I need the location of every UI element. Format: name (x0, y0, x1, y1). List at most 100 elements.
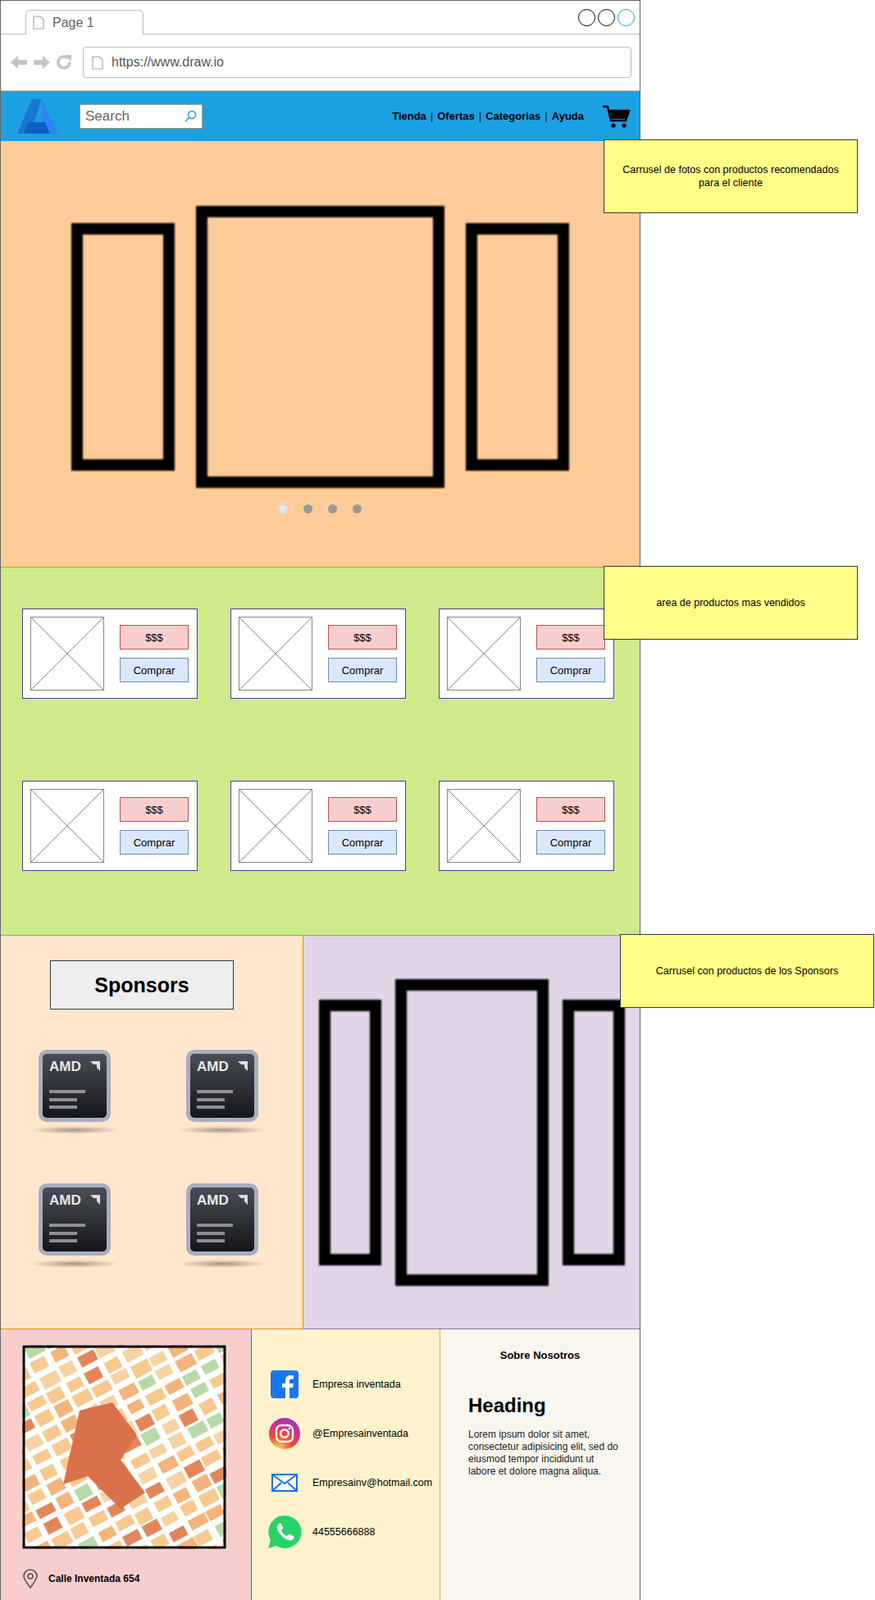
product-price: $$$ (328, 624, 397, 650)
sponsor-logo[interactable]: AMD (186, 1049, 259, 1135)
search-icon[interactable] (183, 109, 197, 124)
sticky-note: Carrusel de fotos con productos recomend… (603, 139, 858, 214)
product-image-placeholder (30, 788, 105, 863)
chip-icon: AMD (186, 1183, 259, 1256)
buy-button[interactable]: Comprar (119, 829, 189, 855)
product-card: $$$ Comprar (22, 608, 198, 699)
nav-link[interactable]: Ayuda (551, 109, 584, 123)
about-text: Lorem ipsum dolor sit amet, consectetur … (468, 1428, 624, 1478)
buy-button[interactable]: Comprar (119, 657, 189, 683)
product-image-placeholder (238, 616, 313, 691)
about-title: Sobre Nosotros (456, 1348, 624, 1362)
sticky-note: area de productos mas vendidos (603, 565, 858, 640)
nav-separator: | (544, 109, 547, 123)
page: Page 1https://www.draw.ioSearchTienda|Of… (0, 0, 875, 1600)
buy-button[interactable]: Comprar (536, 829, 606, 855)
brand-logo-icon[interactable] (15, 97, 60, 136)
instagram-icon (268, 1417, 301, 1450)
product-price: $$$ (328, 797, 397, 822)
buy-button[interactable]: Comprar (328, 829, 397, 855)
about-heading: Heading (468, 1394, 624, 1418)
nav-separator: | (478, 109, 482, 123)
buy-button[interactable]: Comprar (328, 657, 397, 683)
sponsor-logo[interactable]: AMD (186, 1183, 259, 1268)
window-controls (578, 9, 635, 27)
nav-link[interactable]: Tienda (391, 109, 427, 123)
forward-icon[interactable] (31, 54, 52, 71)
maximize-button[interactable] (597, 9, 616, 27)
sponsors-title: Sponsors (50, 960, 234, 1010)
navbar: SearchTienda|Ofertas|Categorias|Ayuda (0, 91, 640, 142)
product-price: $$$ (119, 797, 189, 822)
minimize-button[interactable] (578, 9, 596, 27)
product-card: $$$ Comprar (438, 780, 615, 871)
page-icon (32, 15, 45, 30)
nav-link[interactable]: Categorias (485, 109, 541, 123)
carousel-slide[interactable] (562, 999, 625, 1266)
recommended-carousel[interactable] (0, 141, 640, 568)
arrow-icon (89, 1194, 101, 1206)
carousel-slide[interactable] (465, 223, 570, 471)
carousel-dot[interactable] (328, 504, 338, 514)
location-pin-icon (22, 1568, 39, 1589)
facebook-icon (270, 1370, 299, 1399)
carousel-slide[interactable] (395, 979, 549, 1286)
address: Calle Inventada 654 (22, 1568, 251, 1589)
carousel-slide[interactable] (319, 999, 382, 1266)
sponsor-logo[interactable]: AMD (38, 1049, 111, 1135)
nav-separator: | (430, 109, 433, 123)
map[interactable] (22, 1344, 227, 1550)
product-card: $$$ Comprar (22, 780, 198, 871)
nav-link[interactable]: Ofertas (437, 109, 475, 123)
nav-links: Tienda|Ofertas|Categorias|Ayuda (391, 109, 584, 123)
contact-item[interactable]: @Empresainventada (266, 1415, 440, 1452)
sponsor-carousel[interactable] (303, 935, 640, 1330)
carousel-slide[interactable] (195, 205, 445, 488)
tab-bar: Page 1 (0, 0, 640, 35)
address-bar: https://www.draw.io (0, 34, 640, 92)
email-icon (271, 1473, 298, 1492)
product-card: $$$ Comprar (230, 608, 406, 699)
browser-window: Page 1https://www.draw.ioSearchTienda|Of… (0, 0, 641, 1600)
url-field[interactable]: https://www.draw.io (82, 46, 632, 78)
product-image-placeholder (30, 616, 105, 691)
contacts-panel: Empresa inventada @Empresainventada Empres… (251, 1329, 441, 1600)
product-card: $$$ Comprar (230, 780, 406, 871)
location-panel: Calle Inventada 654 (0, 1329, 252, 1600)
product-image-placeholder (238, 788, 313, 863)
product-image-placeholder (446, 616, 521, 691)
carousel-dot[interactable] (352, 504, 362, 514)
back-icon[interactable] (9, 54, 29, 71)
whatsapp-icon (266, 1513, 303, 1550)
arrow-icon (236, 1060, 249, 1072)
cart-icon[interactable] (601, 104, 632, 129)
carousel-dot[interactable] (278, 504, 288, 514)
carousel-dot[interactable] (303, 504, 313, 514)
footer: Calle Inventada 654 Empresa inventada @Emp… (0, 1329, 640, 1600)
contact-item[interactable]: Empresainv@hotmail.com (266, 1464, 440, 1501)
chip-icon: AMD (38, 1049, 111, 1122)
arrow-icon (236, 1194, 249, 1206)
contact-item[interactable]: Empresa inventada (266, 1366, 440, 1403)
contact-item[interactable]: 44555666888 (266, 1513, 440, 1550)
sponsors-panel: Sponsors AMD AMD AMD AMD (0, 935, 304, 1330)
carousel-dots (278, 504, 362, 514)
carousel-slides (71, 205, 570, 488)
sticky-note: Carrusel con productos de los Sponsors (619, 934, 875, 1008)
buy-button[interactable]: Comprar (536, 657, 606, 683)
product-card: $$$ Comprar (438, 608, 615, 699)
reload-icon[interactable] (54, 53, 73, 72)
browser-tab[interactable]: Page 1 (25, 9, 144, 35)
product-price: $$$ (536, 624, 606, 650)
carousel-slide[interactable] (71, 223, 175, 471)
sponsors-row: Sponsors AMD AMD AMD AMD (0, 935, 640, 1330)
best-sellers: $$$ Comprar $$$ Comprar $$$ Comprar $$$ Comprar… (0, 567, 640, 936)
product-price: $$$ (119, 624, 189, 650)
close-button[interactable] (617, 9, 635, 27)
product-image-placeholder (446, 788, 521, 863)
search-field[interactable]: Search (79, 104, 203, 129)
page-icon (91, 55, 104, 70)
chip-icon: AMD (186, 1049, 259, 1122)
product-price: $$$ (536, 797, 606, 822)
sponsor-logo[interactable]: AMD (38, 1183, 111, 1268)
